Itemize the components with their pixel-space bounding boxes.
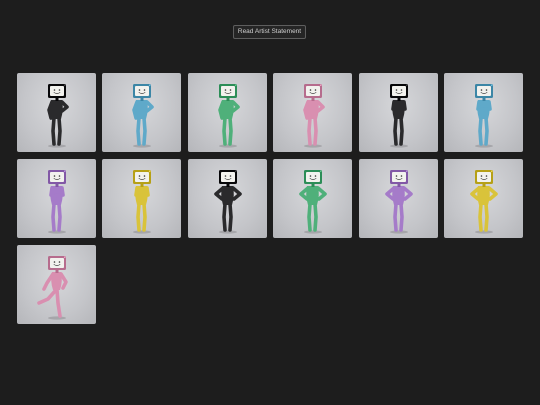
gallery-tile[interactable] <box>443 73 523 152</box>
tv-head-figure-image <box>133 170 152 234</box>
tv-head-figure-image <box>48 170 66 234</box>
gallery-tile[interactable] <box>358 73 438 152</box>
tv-head-figure-image <box>217 84 240 148</box>
gallery-tile[interactable] <box>187 73 267 152</box>
read-artist-statement-button[interactable]: Read Artist Statement <box>233 25 306 39</box>
tv-head-figure-image <box>474 84 493 148</box>
gallery-tile[interactable] <box>273 159 353 238</box>
tv-head-figure-image <box>47 84 69 148</box>
gallery-tile[interactable] <box>102 73 182 152</box>
tv-head-figure-image <box>37 256 68 320</box>
gallery-tile[interactable] <box>443 159 523 238</box>
gallery-tile[interactable] <box>17 245 96 324</box>
tv-head-figure-image <box>389 84 408 148</box>
gallery-tile[interactable] <box>273 73 353 152</box>
tv-head-figure-image <box>132 84 155 148</box>
tv-head-figure-image <box>213 170 242 234</box>
image-gallery-grid <box>17 73 523 324</box>
gallery-tile[interactable] <box>17 73 96 152</box>
gallery-page: Read Artist Statement <box>0 0 540 405</box>
gallery-tile[interactable] <box>358 159 438 238</box>
tv-head-figure-image <box>470 170 498 234</box>
tv-head-figure-image <box>303 84 325 148</box>
gallery-tile[interactable] <box>17 159 96 238</box>
tv-head-figure-image <box>384 170 413 234</box>
gallery-tile[interactable] <box>102 159 182 238</box>
gallery-tile[interactable] <box>187 159 267 238</box>
tv-head-figure-image <box>299 170 327 234</box>
